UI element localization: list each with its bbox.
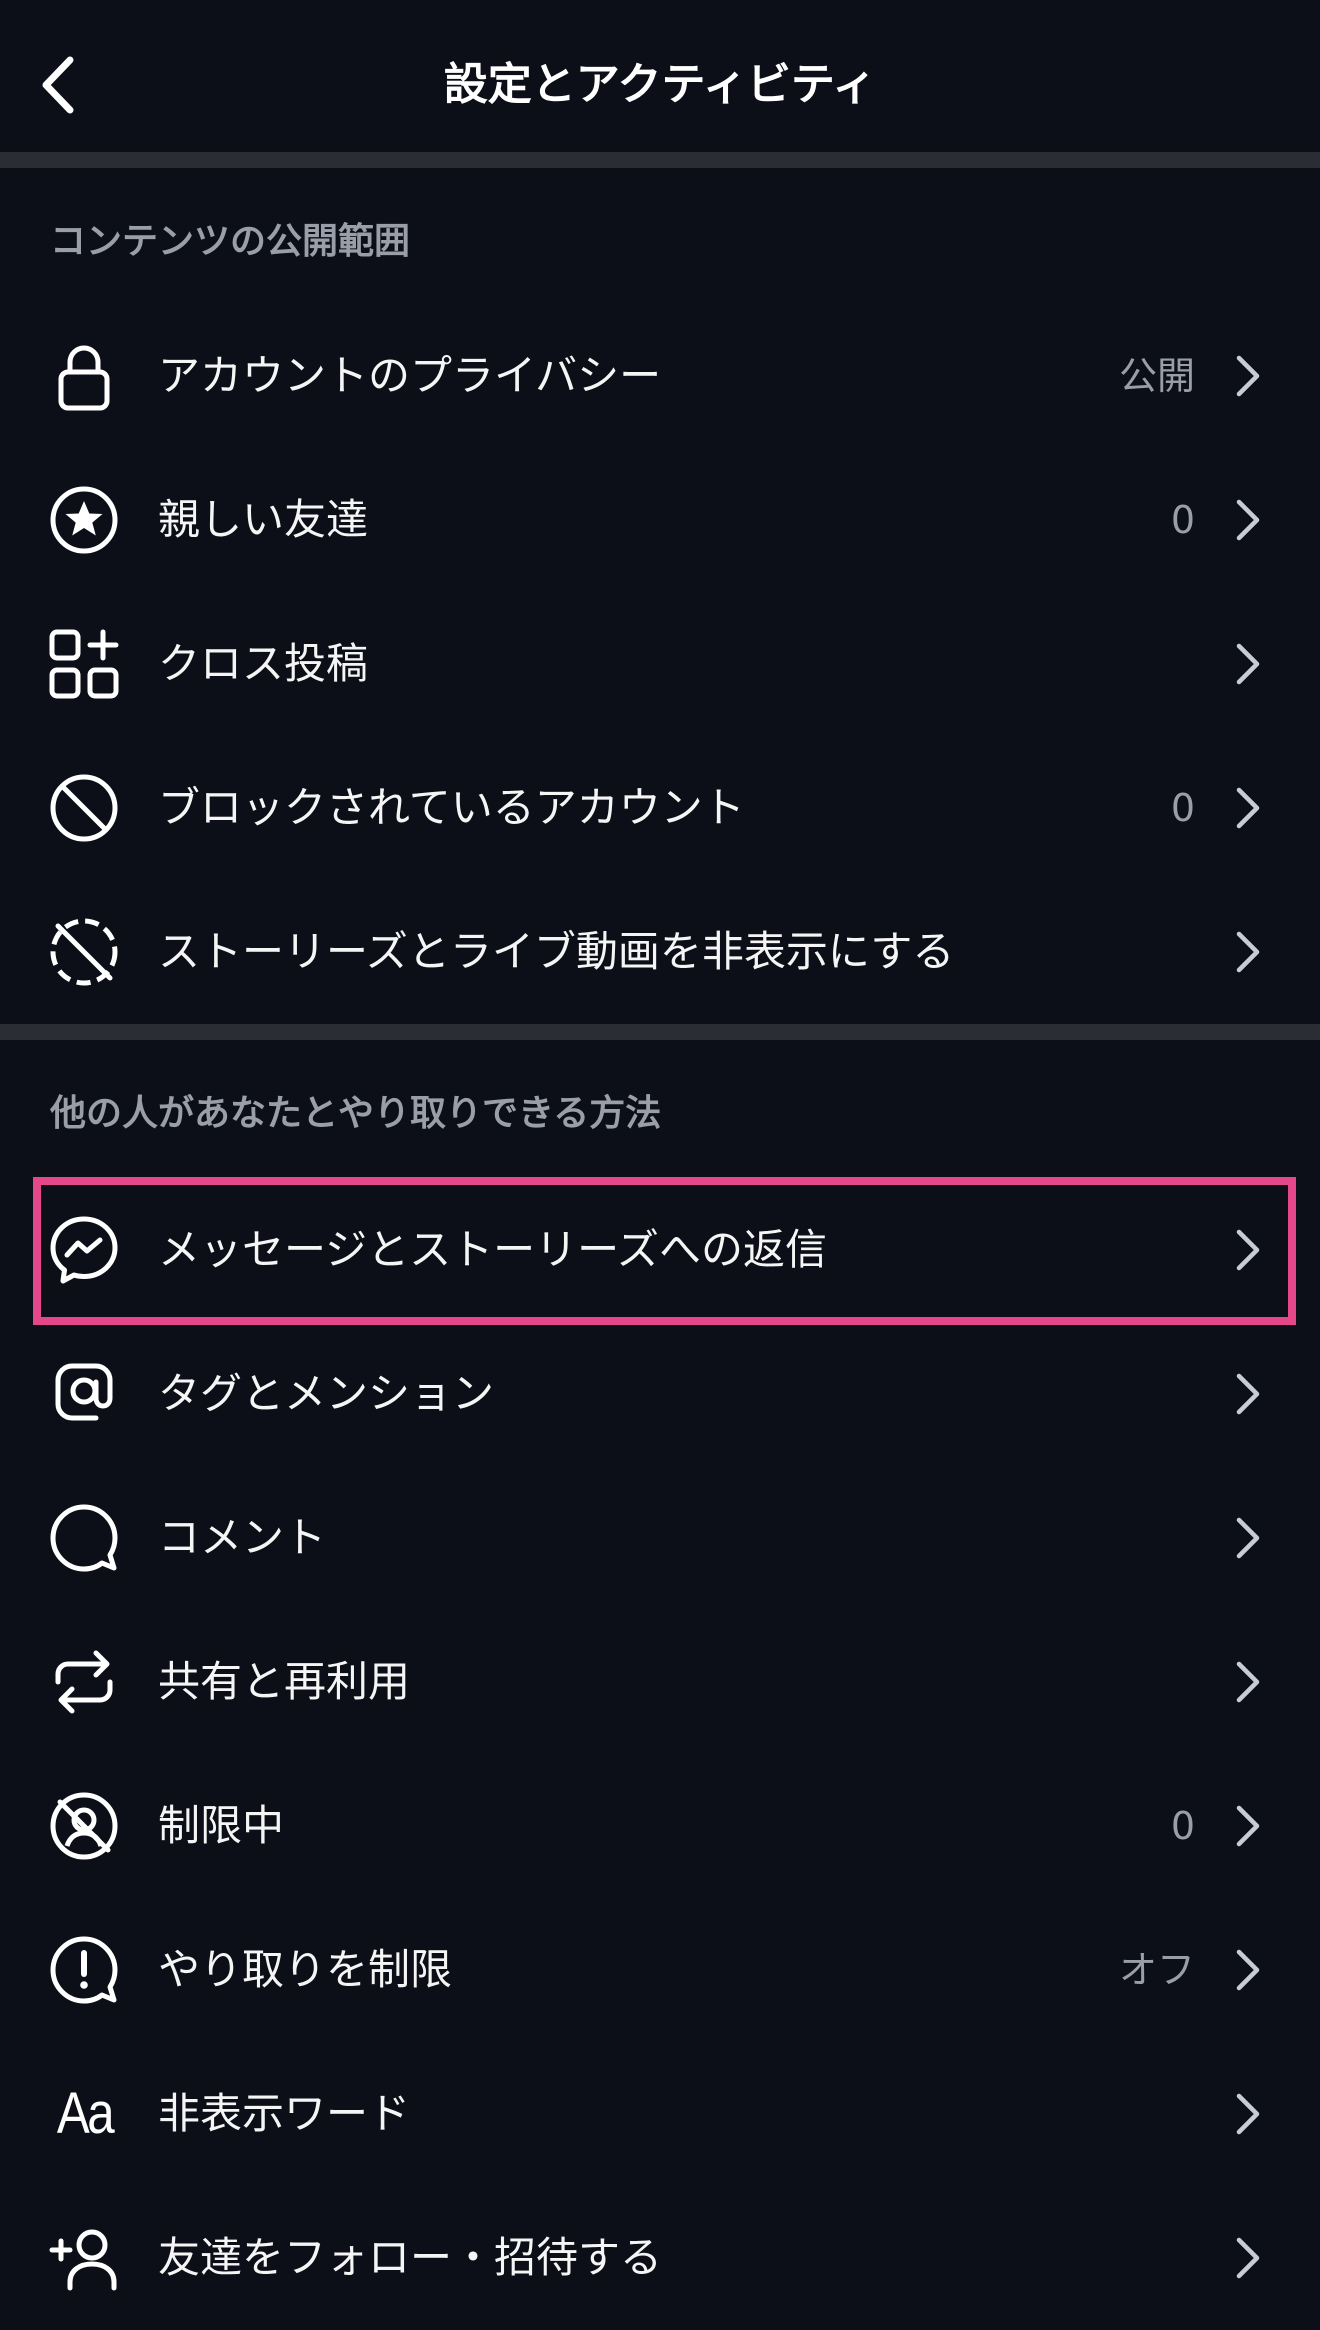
row-label: 友達をフォロー・招待する [158,2233,663,2282]
chevron-right-icon [1236,1661,1260,1703]
star-circle-icon [44,484,124,556]
top-bar: 設定とアクティビティ [0,0,1320,152]
section-divider [0,152,1320,168]
chevron-right-icon [1236,787,1260,829]
row-label: メッセージとストーリーズへの返信 [158,1225,828,1274]
chevron-right-icon [1236,1517,1260,1559]
section-header-content-visibility: コンテンツの公開範囲 [50,221,411,262]
row-value: 0 [1170,498,1195,542]
chevron-right-icon [1236,1229,1260,1271]
row-label: 共有と再利用 [158,1657,411,1706]
row-limit-interactions[interactable]: やり取りを制限 オフ [0,1898,1320,2042]
row-label: 制限中 [158,1801,285,1850]
row-value: 0 [1170,1804,1195,1848]
chevron-right-icon [1236,2093,1260,2135]
row-hide-story-live[interactable]: ストーリーズとライブ動画を非表示にする [0,880,1320,1024]
row-value: 0 [1170,786,1195,830]
row-hidden-words[interactable]: Aa 非表示ワード [0,2042,1320,2186]
lock-icon [44,340,124,412]
row-tags-mentions[interactable]: タグとメンション [0,1322,1320,1466]
section-divider [0,1024,1320,1040]
row-label: コメント [158,1513,327,1562]
hidden-words-icon-text: Aa [56,2081,114,2146]
chevron-right-icon [1236,355,1260,397]
row-label: 非表示ワード [158,2089,411,2138]
add-person-icon [44,2222,124,2294]
at-icon [44,1358,124,1430]
row-label: ブロックされているアカウント [158,783,745,832]
chevron-right-icon [1236,499,1260,541]
row-label: やり取りを制限 [158,1945,453,1994]
chevron-right-icon [1236,643,1260,685]
story-hide-icon [44,916,124,988]
limit-interactions-icon [44,1934,124,2006]
row-blocked-accounts[interactable]: ブロックされているアカウント 0 [0,736,1320,880]
row-account-privacy[interactable]: アカウントのプライバシー 公開 [0,304,1320,448]
row-follow-invite-friends[interactable]: 友達をフォロー・招待する [0,2186,1320,2330]
row-label: 親しい友達 [158,495,369,544]
block-icon [44,772,124,844]
repeat-icon [44,1646,124,1718]
row-value: 公開 [1118,354,1195,398]
row-label: アカウントのプライバシー [158,351,662,400]
chevron-right-icon [1236,1805,1260,1847]
comment-icon [44,1502,124,1574]
page-title: 設定とアクティビティ [443,59,877,110]
row-restricted[interactable]: 制限中 0 [0,1754,1320,1898]
row-label: ストーリーズとライブ動画を非表示にする [158,927,955,976]
row-sharing-remixes[interactable]: 共有と再利用 [0,1610,1320,1754]
messenger-icon [44,1214,124,1286]
row-value: オフ [1118,1948,1195,1992]
restricted-icon [44,1790,124,1862]
row-messages-story-replies[interactable]: メッセージとストーリーズへの返信 [0,1178,1320,1322]
hidden-words-icon: Aa [44,2078,124,2150]
chevron-right-icon [1236,2237,1260,2279]
grid-plus-icon [44,628,124,700]
row-cross-posting[interactable]: クロス投稿 [0,592,1320,736]
row-label: クロス投稿 [158,639,369,688]
row-close-friends[interactable]: 親しい友達 0 [0,448,1320,592]
chevron-right-icon [1236,931,1260,973]
section-header-interactions: 他の人があなたとやり取りできる方法 [50,1093,662,1134]
row-label: タグとメンション [158,1369,495,1418]
row-comments[interactable]: コメント [0,1466,1320,1610]
chevron-right-icon [1236,1949,1260,1991]
chevron-right-icon [1236,1373,1260,1415]
